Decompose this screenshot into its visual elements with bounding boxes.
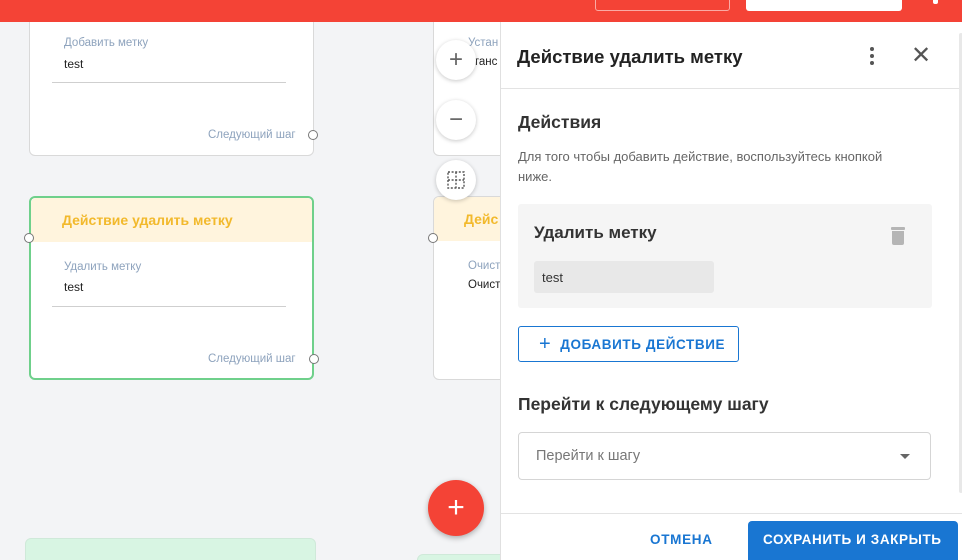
field-value: test <box>64 57 84 71</box>
next-step-placeholder: Перейти к шагу <box>536 448 641 464</box>
next-step-section-title: Перейти к следующему шагу <box>518 394 769 414</box>
card-header: Дейс <box>434 197 500 241</box>
fit-grid-icon <box>447 171 465 189</box>
panel-title: Действие удалить метку <box>517 46 743 67</box>
input-port[interactable] <box>24 233 34 243</box>
add-action-label: ДОБАВИТЬ ДЕЙСТВИЕ <box>560 336 726 352</box>
next-step-label: Следующий шаг <box>208 353 296 365</box>
plus-icon: + <box>447 491 465 524</box>
step-card-green[interactable] <box>417 554 500 560</box>
actions-section-title: Действия <box>518 112 602 132</box>
top-menu-icon[interactable] <box>933 0 938 4</box>
field-value: Очист <box>468 279 500 291</box>
field-label: Удалить метку <box>64 261 142 273</box>
panel-header: Действие удалить метку ✕ <box>501 22 962 89</box>
step-card-remove-tag[interactable]: Действие удалить метку Удалить метку tes… <box>29 196 314 380</box>
fit-view-button[interactable] <box>436 160 476 200</box>
top-bar <box>0 0 962 22</box>
cancel-button[interactable]: ОТМЕНА <box>650 532 713 547</box>
card-header: Действие удалить метку <box>31 198 312 242</box>
chevron-down-icon <box>900 454 910 459</box>
field-label: Устан <box>468 37 499 49</box>
top-primary-button[interactable] <box>746 0 902 11</box>
save-and-close-button[interactable]: СОХРАНИТЬ И ЗАКРЫТЬ <box>748 521 958 560</box>
panel-footer: ОТМЕНА СОХРАНИТЬ И ЗАКРЫТЬ <box>501 513 962 560</box>
close-icon[interactable]: ✕ <box>909 42 933 70</box>
add-step-button[interactable]: + <box>428 480 484 536</box>
top-outline-button[interactable] <box>595 0 730 11</box>
actions-hint: Для того чтобы добавить действие, воспол… <box>518 149 883 184</box>
flow-canvas[interactable]: Добавить метку test Следующий шаг Действ… <box>0 22 500 560</box>
field-label: Очист <box>468 260 500 272</box>
step-settings-panel: Действие удалить метку ✕ Действия Для то… <box>500 22 962 560</box>
field-divider <box>52 82 286 83</box>
zoom-out-button[interactable]: − <box>436 100 476 140</box>
field-value: test <box>64 280 84 294</box>
zoom-in-button[interactable]: + <box>436 40 476 80</box>
plus-icon: + <box>539 333 552 355</box>
add-action-button[interactable]: + ДОБАВИТЬ ДЕЙСТВИЕ <box>518 326 739 362</box>
minus-icon: − <box>448 106 463 133</box>
next-step-select[interactable]: Перейти к шагу <box>518 432 931 480</box>
more-vertical-icon[interactable] <box>863 44 881 68</box>
output-port[interactable] <box>309 354 319 364</box>
plus-icon: + <box>448 46 463 73</box>
field-label: Добавить метку <box>64 37 149 49</box>
output-port[interactable] <box>308 130 318 140</box>
step-card-clear[interactable]: Дейс Очист Очист <box>433 196 500 380</box>
input-port[interactable] <box>428 233 438 243</box>
action-item: Удалить метку test <box>518 204 932 308</box>
step-card-add-tag[interactable]: Добавить метку test Следующий шаг <box>29 22 314 156</box>
tag-chip[interactable]: test <box>534 261 714 293</box>
action-item-title: Удалить метку <box>534 223 657 242</box>
step-card-start[interactable] <box>25 538 316 560</box>
field-divider <box>52 306 286 307</box>
next-step-label: Следующий шаг <box>208 129 296 141</box>
trash-icon[interactable] <box>891 227 905 245</box>
